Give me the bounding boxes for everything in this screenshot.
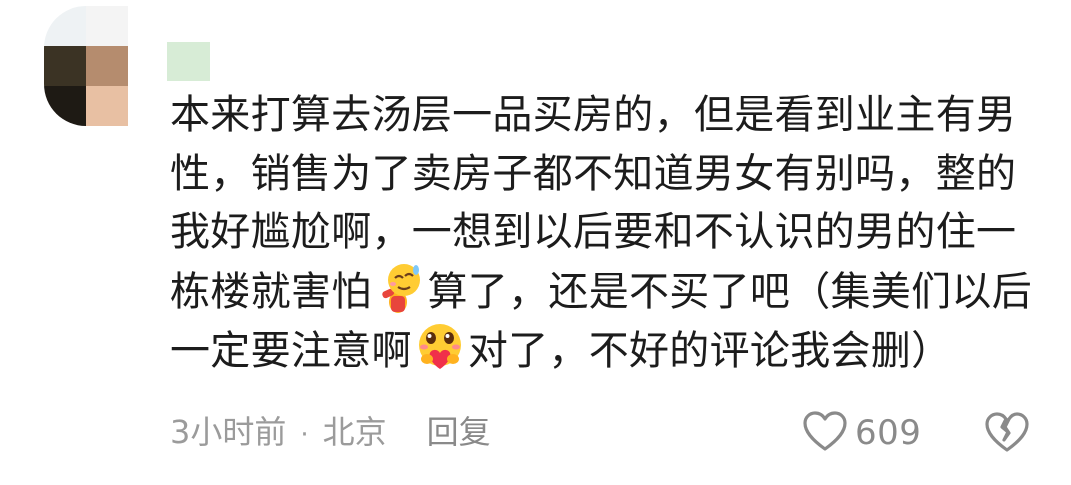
avatar-pixel: [86, 86, 128, 126]
comment-line: 本来打算去汤层一品买房的，但是看到业主有男: [170, 92, 1017, 138]
comment-segment: 算了，还是不买了吧（集美们以后: [427, 268, 1032, 315]
avatar-pixel: [44, 46, 86, 86]
comment-text: 本来打算去汤层一品买房的，但是看到业主有男 性，销售为了卖房子都不知道男女有别吗…: [170, 86, 1032, 381]
avatar[interactable]: [44, 6, 128, 126]
comment-segment: 一定要注意啊: [170, 328, 412, 374]
like-count: 609: [855, 413, 922, 453]
reply-button[interactable]: 回复: [427, 408, 491, 456]
comment-segment: 栋楼就害怕: [170, 268, 372, 315]
comment-meta: 3小时前 · 北京 回复: [170, 408, 491, 459]
avatar-pixel: [86, 46, 128, 86]
nervous-bow-emoji: [374, 262, 426, 314]
meta-separator: ·: [300, 420, 309, 450]
username-placeholder[interactable]: [167, 42, 210, 81]
comment-line: 一定要注意啊 对了，不好的评论我会删）: [170, 321, 1030, 381]
broken-heart-icon: [982, 412, 1032, 459]
comment-line: 栋楼就害怕 算了，还是不买了吧（集美们以后: [170, 262, 1032, 322]
like-button[interactable]: 609: [801, 409, 921, 457]
comment-line: 我好尴尬啊，一想到以后要和不认识的男的住一: [170, 209, 1017, 255]
heart-hug-emoji: [414, 321, 466, 373]
avatar-pixel: [44, 86, 86, 126]
comment-location: 北京: [322, 413, 387, 451]
comment-time: 3小时前: [170, 413, 287, 451]
dislike-button[interactable]: [982, 409, 1032, 455]
comment-segment: 对了，不好的评论我会删）: [467, 328, 952, 374]
avatar-pixel: [44, 6, 86, 46]
heart-outline-icon: [801, 409, 849, 457]
avatar-pixel: [86, 6, 128, 46]
comment-line: 性，销售为了卖房子都不知道男女有别吗，整的: [170, 150, 1017, 197]
